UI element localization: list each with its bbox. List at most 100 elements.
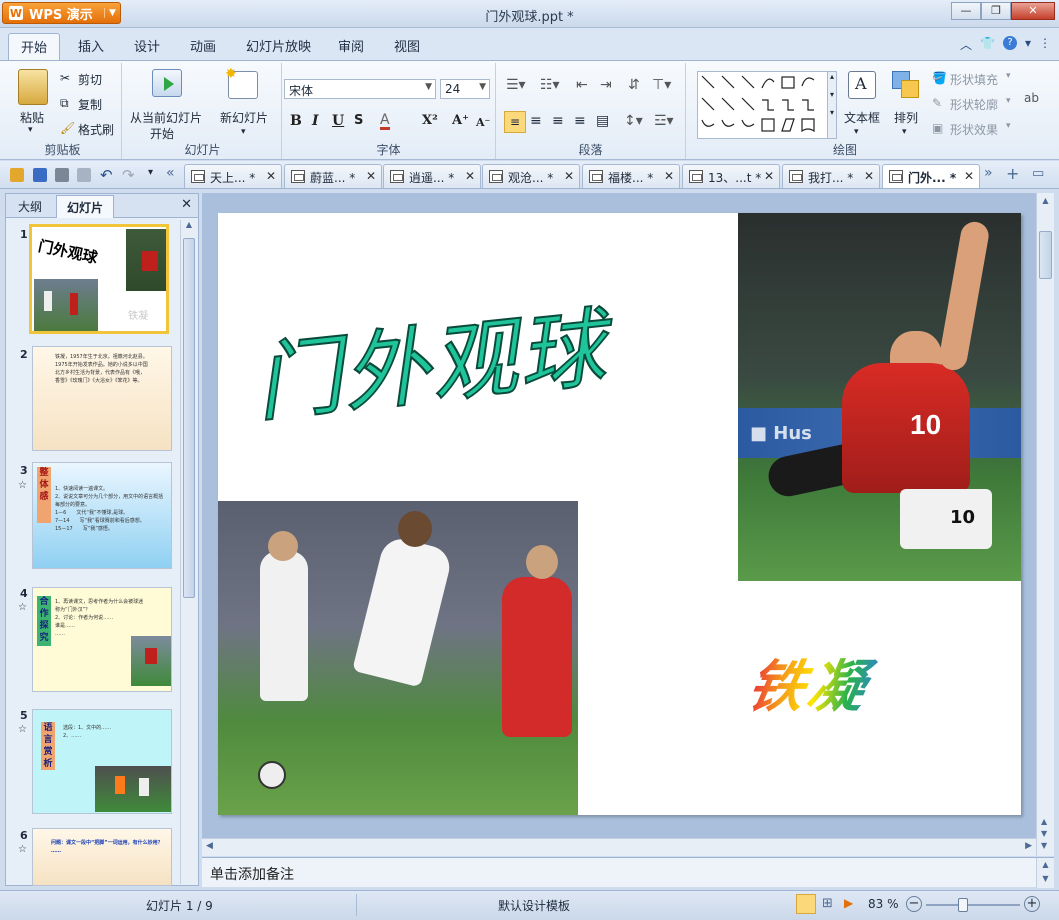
skin-icon[interactable]: 👕: [980, 36, 995, 53]
redo-icon[interactable]: ↷: [122, 166, 135, 184]
justify-button[interactable]: ≡: [574, 113, 586, 129]
cut-button[interactable]: 剪切: [78, 71, 102, 88]
author-wordart[interactable]: 铁凝: [742, 653, 948, 733]
textbox-dropdown-icon[interactable]: ▾: [854, 127, 859, 137]
close-icon[interactable]: ✕: [564, 169, 574, 183]
minimize-button[interactable]: —: [951, 2, 981, 20]
align-left-button[interactable]: ≡: [504, 111, 526, 133]
slide-sorter-view-icon[interactable]: ⊞: [822, 896, 833, 911]
from-current-slide-button[interactable]: 从当前幻灯片: [130, 109, 202, 126]
close-icon[interactable]: ✕: [181, 197, 192, 212]
play-from-current-icon[interactable]: [152, 69, 182, 97]
tab-slideshow[interactable]: 幻灯片放映: [246, 36, 311, 55]
notes-pane[interactable]: 单击添加备注 ▲ ▼: [202, 857, 1054, 888]
tab-home[interactable]: 开始: [8, 33, 61, 60]
doc-tab[interactable]: 福楼... * ✕: [582, 164, 680, 188]
doc-tab[interactable]: 蔚蓝... * ✕: [284, 164, 382, 188]
tab-slides[interactable]: 幻灯片: [56, 195, 115, 218]
font-color-button[interactable]: A: [380, 113, 390, 130]
print-icon[interactable]: [55, 168, 69, 182]
doc-tab[interactable]: 观沧... * ✕: [482, 164, 580, 188]
zoom-out-button[interactable]: −: [906, 896, 922, 912]
arrange-icon[interactable]: [892, 71, 920, 99]
normal-view-button[interactable]: [796, 894, 816, 914]
text-direction-icon[interactable]: ⇵: [628, 77, 640, 93]
slide-thumbnail-5[interactable]: 语言赏析 选段：1、文中的…… 2、……: [32, 709, 172, 814]
scroll-right-icon[interactable]: ▶: [1025, 841, 1032, 851]
bullets-icon[interactable]: ☰▾: [506, 77, 526, 93]
scrollbar-thumb[interactable]: [1039, 231, 1052, 279]
notes-placeholder[interactable]: 单击添加备注: [210, 864, 294, 884]
ribbon-options-icon[interactable]: ⋮: [1039, 36, 1051, 53]
decrease-indent-icon[interactable]: ⇤: [576, 77, 588, 93]
save-icon[interactable]: [33, 168, 47, 182]
close-icon[interactable]: ✕: [864, 169, 874, 183]
from-current-slide-button-line2[interactable]: 开始: [150, 125, 174, 142]
slide-thumbnail-3[interactable]: 整体感 1、快速阅读一遍课文。 2、说说文章可分为几个部分，用文中的语言概括每部…: [32, 462, 172, 569]
close-icon[interactable]: ✕: [764, 169, 774, 183]
chevron-down-icon[interactable]: ▼: [479, 82, 486, 92]
align-right-button[interactable]: ≡: [552, 113, 564, 129]
tab-review[interactable]: 审阅: [338, 36, 364, 55]
tab-view[interactable]: 视图: [394, 36, 420, 55]
underline-button[interactable]: U: [332, 113, 344, 129]
shapes-gallery-scroll[interactable]: ▴ ▾ ▾: [827, 71, 837, 139]
close-button[interactable]: ✕: [1011, 2, 1055, 20]
paste-dropdown-icon[interactable]: ▾: [28, 125, 33, 135]
slide-canvas[interactable]: 门外观球 ■ Hus 10 10 铁凝: [218, 213, 1021, 815]
new-slide-dropdown-icon[interactable]: ▾: [241, 127, 246, 137]
slide-thumbnail-2[interactable]: 铁凝，1957年生于北京。祖籍河北赵县。1975年开始发表作品。她的小说多以中国…: [32, 346, 172, 451]
doc-tab-active[interactable]: 门外... * ✕: [882, 164, 980, 188]
columns-icon[interactable]: ☲▾: [654, 113, 674, 129]
undo-icon[interactable]: ↶: [100, 166, 113, 184]
close-icon[interactable]: ✕: [366, 169, 376, 183]
ribbon-more-icon[interactable]: ab: [1024, 91, 1039, 105]
slideshow-view-icon[interactable]: ▶: [844, 896, 853, 910]
new-tab-icon[interactable]: +: [1006, 164, 1019, 183]
zoom-slider[interactable]: [926, 904, 1020, 906]
options-chevron-icon[interactable]: ▾: [1025, 36, 1031, 53]
shape-fill-button[interactable]: 形状填充: [950, 71, 998, 88]
tab-design[interactable]: 设计: [134, 36, 160, 55]
arrange-button[interactable]: 排列: [894, 109, 918, 126]
notes-scrollbar[interactable]: ▲ ▼: [1036, 858, 1054, 888]
grow-font-button[interactable]: A⁺: [452, 113, 469, 128]
bold-button[interactable]: B: [290, 113, 302, 129]
close-icon[interactable]: ✕: [664, 169, 674, 183]
shadow-button[interactable]: S: [354, 113, 363, 128]
italic-button[interactable]: I: [312, 113, 319, 129]
new-slide-icon[interactable]: ✸: [225, 66, 258, 99]
help-icon[interactable]: ?: [1002, 36, 1017, 50]
print-preview-icon[interactable]: [77, 168, 91, 182]
shapes-gallery[interactable]: [697, 71, 835, 139]
open-folder-icon[interactable]: [10, 168, 24, 182]
tab-outline[interactable]: 大纲: [18, 198, 42, 215]
zoom-in-button[interactable]: +: [1024, 896, 1040, 912]
editor-horizontal-scrollbar[interactable]: ◀ ▶: [202, 838, 1036, 856]
slide-title-wordart[interactable]: 门外观球: [255, 295, 682, 436]
textbox-button[interactable]: 文本框: [844, 109, 880, 126]
format-painter-button[interactable]: 格式刷: [78, 121, 114, 138]
shape-effect-button[interactable]: 形状效果: [950, 121, 998, 138]
doc-tab[interactable]: 逍遥... * ✕: [383, 164, 481, 188]
maximize-button[interactable]: ❐: [981, 2, 1011, 20]
close-icon[interactable]: ✕: [266, 169, 276, 183]
shrink-font-button[interactable]: A⁻: [476, 116, 490, 129]
tab-list-icon[interactable]: ▭: [1032, 166, 1044, 181]
paste-button[interactable]: 粘贴: [20, 109, 44, 126]
player-celebration-photo[interactable]: ■ Hus 10 10: [738, 213, 1021, 581]
distribute-button[interactable]: ▤: [596, 113, 609, 129]
line-spacing-icon[interactable]: ↕▾: [624, 113, 643, 129]
new-slide-button[interactable]: 新幻灯片: [220, 109, 268, 126]
shape-effect-dropdown-icon[interactable]: ▾: [1006, 121, 1011, 131]
slide-thumbnail-6[interactable]: 问题：课文一段中“把脚”一词运用，有什么妙用？ ……: [32, 828, 172, 886]
scroll-left-icon[interactable]: ◀: [206, 841, 213, 851]
doc-tab[interactable]: 我打... * ✕: [782, 164, 880, 188]
scroll-up-icon[interactable]: ▲: [1037, 196, 1054, 205]
close-icon[interactable]: ✕: [964, 169, 974, 183]
numbering-icon[interactable]: ☷▾: [540, 77, 560, 93]
doc-tab[interactable]: 天上... * ✕: [184, 164, 282, 188]
tabs-scroll-right-icon[interactable]: »: [984, 165, 993, 181]
align-text-icon[interactable]: ⊤▾: [652, 77, 671, 93]
copy-button[interactable]: 复制: [78, 96, 102, 113]
